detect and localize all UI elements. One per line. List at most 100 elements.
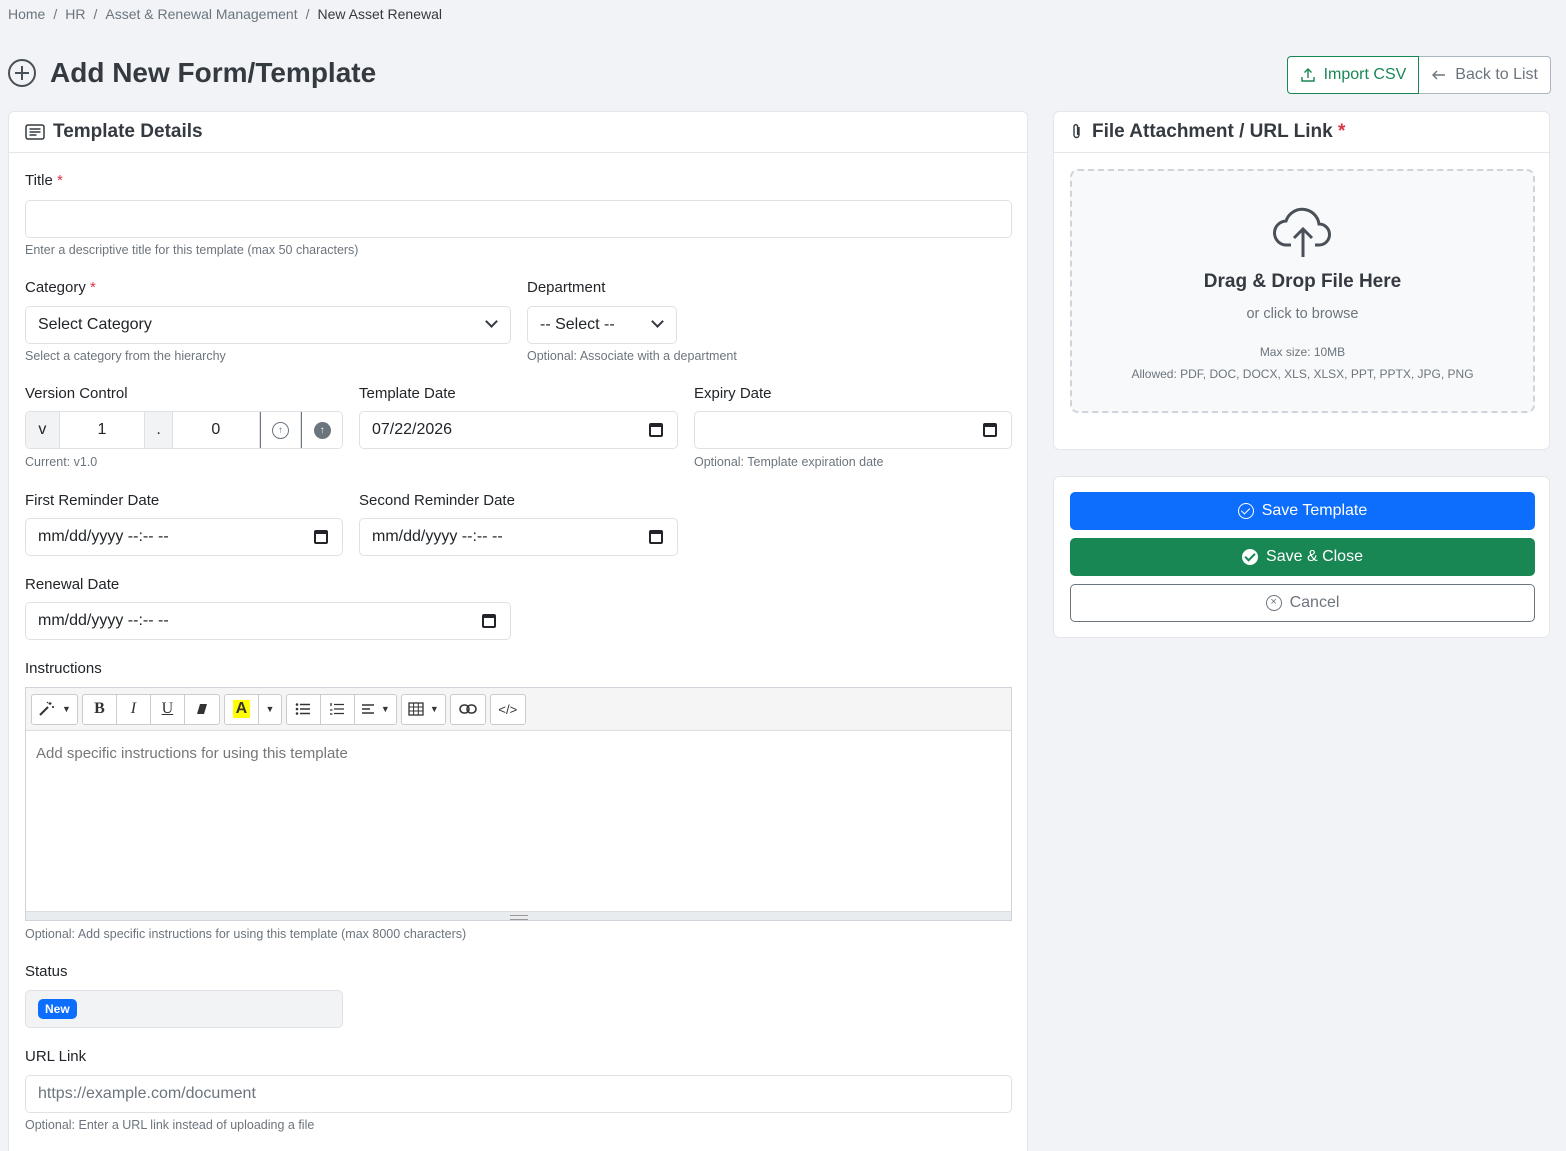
category-help: Select a category from the hierarchy bbox=[25, 349, 226, 363]
second-reminder-input[interactable]: mm/dd/yyyy --:-- -- bbox=[359, 518, 678, 556]
back-to-list-button[interactable]: Back to List bbox=[1419, 56, 1551, 94]
import-csv-label: Import CSV bbox=[1323, 66, 1407, 83]
color-dropdown-button[interactable]: ▼ bbox=[259, 695, 281, 724]
dropzone-allowed-types: Allowed: PDF, DOC, DOCX, XLS, XLSX, PPT,… bbox=[1131, 367, 1474, 381]
back-to-list-label: Back to List bbox=[1455, 66, 1538, 83]
category-select[interactable]: Select Category bbox=[25, 306, 511, 344]
table-button[interactable]: ▼ bbox=[402, 695, 445, 724]
department-select[interactable]: -- Select -- bbox=[527, 306, 677, 344]
table-icon bbox=[408, 702, 424, 716]
major-version-up-button[interactable]: ↑ bbox=[301, 412, 342, 448]
breadcrumb-home[interactable]: Home bbox=[8, 6, 45, 22]
category-label-text: Category bbox=[25, 279, 86, 296]
calendar-icon[interactable] bbox=[482, 614, 496, 628]
calendar-icon[interactable] bbox=[314, 530, 328, 544]
version-control-group: v 1 . 0 ↑ ↑ bbox=[25, 411, 343, 449]
link-button[interactable] bbox=[451, 695, 485, 724]
style-group: ▼ bbox=[31, 693, 78, 725]
file-dropzone[interactable]: Drag & Drop File Here or click to browse… bbox=[1070, 169, 1535, 413]
renewal-date-input[interactable]: mm/dd/yyyy --:-- -- bbox=[25, 602, 511, 640]
version-major-input[interactable]: 1 bbox=[59, 412, 146, 448]
check-circle-icon bbox=[1237, 503, 1254, 519]
align-left-icon bbox=[361, 704, 374, 714]
save-template-button[interactable]: Save Template bbox=[1070, 492, 1535, 530]
url-input[interactable]: https://example.com/document bbox=[25, 1075, 1012, 1113]
title-input[interactable] bbox=[25, 200, 1012, 238]
code-view-button[interactable]: </> bbox=[491, 695, 525, 724]
version-minor-input[interactable]: 0 bbox=[173, 412, 260, 448]
title-label-text: Title bbox=[25, 172, 53, 189]
header-actions: Import CSV Back to List bbox=[1286, 56, 1551, 94]
plus-circle-icon bbox=[8, 59, 36, 87]
template-details-title: Template Details bbox=[53, 121, 203, 142]
title-label: Title * bbox=[25, 172, 63, 189]
attachment-title-text: File Attachment / URL Link bbox=[1092, 121, 1333, 142]
clear-format-button[interactable] bbox=[185, 695, 219, 724]
minor-version-up-button[interactable]: ↑ bbox=[259, 412, 302, 448]
expiry-help: Optional: Template expiration date bbox=[694, 455, 884, 469]
template-date-input[interactable]: 07/22/2026 bbox=[359, 411, 678, 449]
breadcrumb-hr[interactable]: HR bbox=[65, 6, 85, 22]
calendar-icon[interactable] bbox=[649, 530, 663, 544]
department-label: Department bbox=[527, 279, 606, 296]
instructions-label: Instructions bbox=[25, 660, 102, 677]
cancel-button[interactable]: × Cancel bbox=[1070, 584, 1535, 622]
paperclip-icon bbox=[1073, 124, 1080, 139]
caret-down-icon: ▼ bbox=[265, 704, 275, 714]
dropzone-subtitle: or click to browse bbox=[1246, 306, 1359, 322]
second-reminder-label: Second Reminder Date bbox=[359, 492, 515, 509]
page-header: Add New Form/Template bbox=[8, 57, 376, 89]
highlight-color-button[interactable]: A bbox=[225, 694, 259, 724]
list-group: ▼ bbox=[285, 693, 397, 725]
renewal-label: Renewal Date bbox=[25, 576, 120, 593]
version-label: Version Control bbox=[25, 385, 128, 402]
first-reminder-label: First Reminder Date bbox=[25, 492, 160, 509]
expiry-date-input[interactable] bbox=[694, 411, 1012, 449]
eraser-icon bbox=[196, 704, 207, 714]
save-close-button[interactable]: Save & Close bbox=[1070, 538, 1535, 576]
expiry-date-label: Expiry Date bbox=[694, 385, 772, 402]
version-dot: . bbox=[145, 412, 174, 448]
import-csv-button[interactable]: Import CSV bbox=[1286, 56, 1420, 94]
italic-button[interactable]: I bbox=[117, 694, 151, 724]
cloud-upload-icon bbox=[1272, 207, 1331, 257]
calendar-icon[interactable] bbox=[649, 423, 663, 437]
arrow-up-circle-icon: ↑ bbox=[271, 421, 289, 439]
url-placeholder: https://example.com/document bbox=[38, 1085, 256, 1102]
calendar-icon[interactable] bbox=[983, 423, 997, 437]
breadcrumb-separator: / bbox=[305, 6, 310, 22]
unordered-list-button[interactable] bbox=[287, 694, 321, 724]
code-group: </> bbox=[489, 693, 526, 725]
ordered-list-button[interactable] bbox=[321, 694, 355, 724]
color-group: A ▼ bbox=[223, 693, 282, 725]
arrow-up-circle-fill-icon: ↑ bbox=[313, 421, 331, 439]
bold-button[interactable]: B bbox=[83, 694, 117, 724]
save-close-label: Save & Close bbox=[1266, 548, 1363, 565]
department-select-value: -- Select -- bbox=[540, 316, 615, 333]
second-reminder-value: mm/dd/yyyy --:-- -- bbox=[372, 528, 503, 545]
paragraph-align-button[interactable]: ▼ bbox=[355, 695, 396, 724]
first-reminder-input[interactable]: mm/dd/yyyy --:-- -- bbox=[25, 518, 343, 556]
magic-style-button[interactable]: ▼ bbox=[32, 695, 77, 724]
breadcrumb: Home / HR / Asset & Renewal Management /… bbox=[8, 6, 442, 22]
title-help: Enter a descriptive title for this templ… bbox=[25, 243, 359, 257]
editor-resize-handle[interactable] bbox=[26, 911, 1011, 920]
instructions-textarea[interactable]: Add specific instructions for using this… bbox=[26, 731, 1011, 911]
breadcrumb-asset-renewal[interactable]: Asset & Renewal Management bbox=[105, 6, 297, 22]
required-marker: * bbox=[90, 279, 96, 296]
dropzone-title: Drag & Drop File Here bbox=[1203, 271, 1402, 292]
chevron-down-icon bbox=[485, 315, 498, 328]
status-badge: New bbox=[38, 999, 77, 1019]
link-group bbox=[449, 693, 486, 725]
breadcrumb-separator: / bbox=[93, 6, 98, 22]
category-select-value: Select Category bbox=[38, 316, 152, 333]
attachment-title: File Attachment / URL Link * bbox=[1092, 121, 1345, 143]
required-marker: * bbox=[1337, 121, 1346, 142]
arrow-left-icon bbox=[1432, 70, 1446, 80]
underline-button[interactable]: U bbox=[151, 694, 185, 724]
caret-down-icon: ▼ bbox=[380, 704, 390, 714]
renewal-date-value: mm/dd/yyyy --:-- -- bbox=[38, 612, 169, 629]
list-bullet-icon bbox=[296, 703, 311, 715]
template-date-value: 07/22/2026 bbox=[372, 421, 453, 438]
x-circle-icon: × bbox=[1265, 595, 1282, 611]
